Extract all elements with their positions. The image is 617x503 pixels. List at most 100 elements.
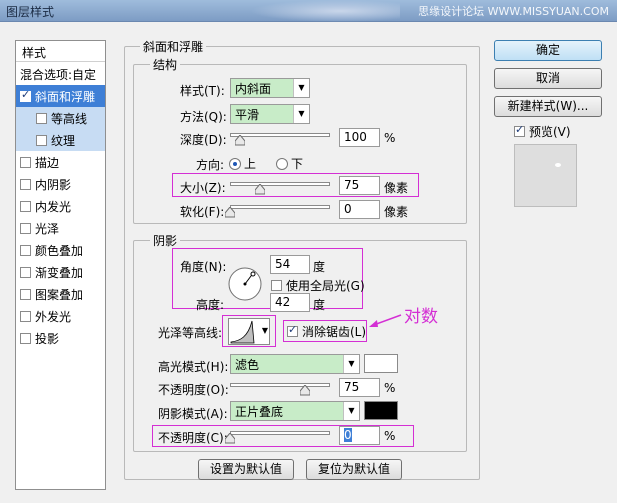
style-select-value: 内斜面 <box>235 82 272 96</box>
size-label: 大小(Z): <box>180 181 226 195</box>
altitude-unit: 度 <box>313 298 326 312</box>
style-list-item-label: 渐变叠加 <box>35 266 84 280</box>
preview-option[interactable]: 预览(V) <box>514 123 571 140</box>
style-checkbox[interactable] <box>20 223 31 234</box>
size-input[interactable]: 75 <box>339 176 380 195</box>
style-list-item-label: 等高线 <box>51 112 88 126</box>
angle-dial[interactable] <box>227 266 263 302</box>
style-checkbox[interactable] <box>20 333 31 344</box>
style-list-item-label: 图案叠加 <box>35 288 84 302</box>
reset-default-button[interactable]: 复位为默认值 <box>306 459 402 480</box>
title-bar: 图层样式 思缘设计论坛 WWW.MISSYUAN.COM <box>0 0 617 22</box>
structure-title: 结构 <box>150 56 181 73</box>
style-list-item[interactable]: 渐变叠加 <box>16 261 105 283</box>
soften-label: 软化(F): <box>180 205 225 219</box>
style-checkbox[interactable] <box>20 88 31 102</box>
gloss-contour-picker[interactable]: ▼ <box>228 318 270 345</box>
style-list-item-label: 外发光 <box>35 310 72 324</box>
set-default-button[interactable]: 设置为默认值 <box>198 459 294 480</box>
annotation-text: 对数 <box>404 307 438 327</box>
depth-label: 深度(D): <box>180 133 227 147</box>
highlight-opacity-label: 不透明度(O): <box>158 383 229 397</box>
style-list-item[interactable]: 纹理 <box>16 129 105 151</box>
style-checkbox[interactable] <box>20 201 31 212</box>
direction-label: 方向: <box>196 158 225 172</box>
watermark-text: 思缘设计论坛 WWW.MISSYUAN.COM <box>418 5 609 18</box>
style-list-item[interactable]: 混合选项:自定 <box>16 63 105 85</box>
style-checkbox[interactable] <box>20 267 31 278</box>
angle-unit: 度 <box>313 260 326 274</box>
altitude-input[interactable]: 42 <box>270 293 310 312</box>
highlight-mode-value: 滤色 <box>235 358 260 372</box>
style-list-item[interactable]: 等高线 <box>16 107 105 129</box>
shadow-opacity-slider[interactable] <box>230 431 330 435</box>
shadow-opacity-input[interactable]: 0 <box>339 426 380 445</box>
style-list-item-label: 纹理 <box>51 134 76 148</box>
style-list-item-label: 描边 <box>35 156 60 170</box>
annotation-arrow-icon <box>369 314 402 327</box>
style-list-item[interactable]: 描边 <box>16 151 105 173</box>
ok-button[interactable]: 确定 <box>494 40 602 61</box>
slider-thumb-icon[interactable] <box>255 184 265 195</box>
bevel-emboss-title: 斜面和浮雕 <box>140 38 207 55</box>
window-title: 图层样式 <box>6 5 55 19</box>
style-checkbox[interactable] <box>20 289 31 300</box>
size-unit: 像素 <box>384 181 409 195</box>
chevron-down-icon: ▼ <box>293 105 309 123</box>
style-list-item-label: 颜色叠加 <box>35 244 84 258</box>
direction-up-option[interactable]: 上 <box>229 155 256 172</box>
style-checkbox[interactable] <box>36 113 47 124</box>
shadow-color-swatch[interactable] <box>364 401 398 420</box>
angle-input[interactable]: 54 <box>270 255 310 274</box>
shadow-mode-select[interactable]: 正片叠底 ▼ <box>230 401 360 421</box>
style-checkbox[interactable] <box>36 135 47 146</box>
style-list-item[interactable]: 斜面和浮雕 <box>16 85 105 107</box>
preview-checkbox <box>514 123 525 137</box>
shadow-mode-label: 阴影模式(A): <box>158 407 228 421</box>
style-checkbox[interactable] <box>20 179 31 190</box>
style-list-header[interactable]: 样式 <box>16 41 105 62</box>
global-light-option[interactable]: 使用全局光(G) <box>271 277 365 294</box>
style-list-item[interactable]: 外发光 <box>16 305 105 327</box>
style-label: 样式(T): <box>180 84 225 98</box>
highlight-color-swatch[interactable] <box>364 354 398 373</box>
soften-unit: 像素 <box>384 205 409 219</box>
highlight-opacity-slider[interactable] <box>230 383 330 387</box>
style-checkbox[interactable] <box>20 245 31 256</box>
style-checkbox[interactable] <box>20 311 31 322</box>
style-checkbox[interactable] <box>20 157 31 168</box>
shadow-opacity-label: 不透明度(C): <box>158 431 228 445</box>
direction-down-option[interactable]: 下 <box>276 155 303 172</box>
depth-input[interactable]: 100 <box>339 128 380 147</box>
style-list-item-label: 内阴影 <box>35 178 72 192</box>
soften-slider[interactable] <box>230 205 330 209</box>
cancel-button[interactable]: 取消 <box>494 68 602 89</box>
size-slider[interactable] <box>230 182 330 186</box>
technique-select[interactable]: 平滑 ▼ <box>230 104 310 124</box>
chevron-down-icon: ▼ <box>343 355 359 373</box>
style-list-item[interactable]: 颜色叠加 <box>16 239 105 261</box>
soften-input[interactable]: 0 <box>339 200 380 219</box>
chevron-down-icon: ▼ <box>261 326 268 335</box>
style-list-item[interactable]: 投影 <box>16 327 105 349</box>
style-list-item[interactable]: 内阴影 <box>16 173 105 195</box>
angle-dial-icon <box>228 267 262 301</box>
title-bar-decoration <box>250 0 400 22</box>
anti-alias-option[interactable]: 消除锯齿(L) <box>287 323 366 340</box>
new-style-button[interactable]: 新建样式(W)... <box>494 96 602 117</box>
style-select[interactable]: 内斜面 ▼ <box>230 78 310 98</box>
style-list-item-label: 斜面和浮雕 <box>35 90 96 104</box>
style-list-item[interactable]: 内发光 <box>16 195 105 217</box>
slider-thumb-icon[interactable] <box>225 433 235 444</box>
slider-thumb-icon[interactable] <box>225 207 235 218</box>
highlight-opacity-unit: % <box>384 381 396 395</box>
style-list-item[interactable]: 光泽 <box>16 217 105 239</box>
shadow-mode-value: 正片叠底 <box>235 405 284 419</box>
highlight-opacity-input[interactable]: 75 <box>339 378 380 397</box>
chevron-down-icon: ▼ <box>293 79 309 97</box>
slider-thumb-icon[interactable] <box>300 385 310 396</box>
slider-thumb-icon[interactable] <box>235 135 245 146</box>
style-list-item[interactable]: 图案叠加 <box>16 283 105 305</box>
depth-slider[interactable] <box>230 133 330 137</box>
highlight-mode-select[interactable]: 滤色 ▼ <box>230 354 360 374</box>
